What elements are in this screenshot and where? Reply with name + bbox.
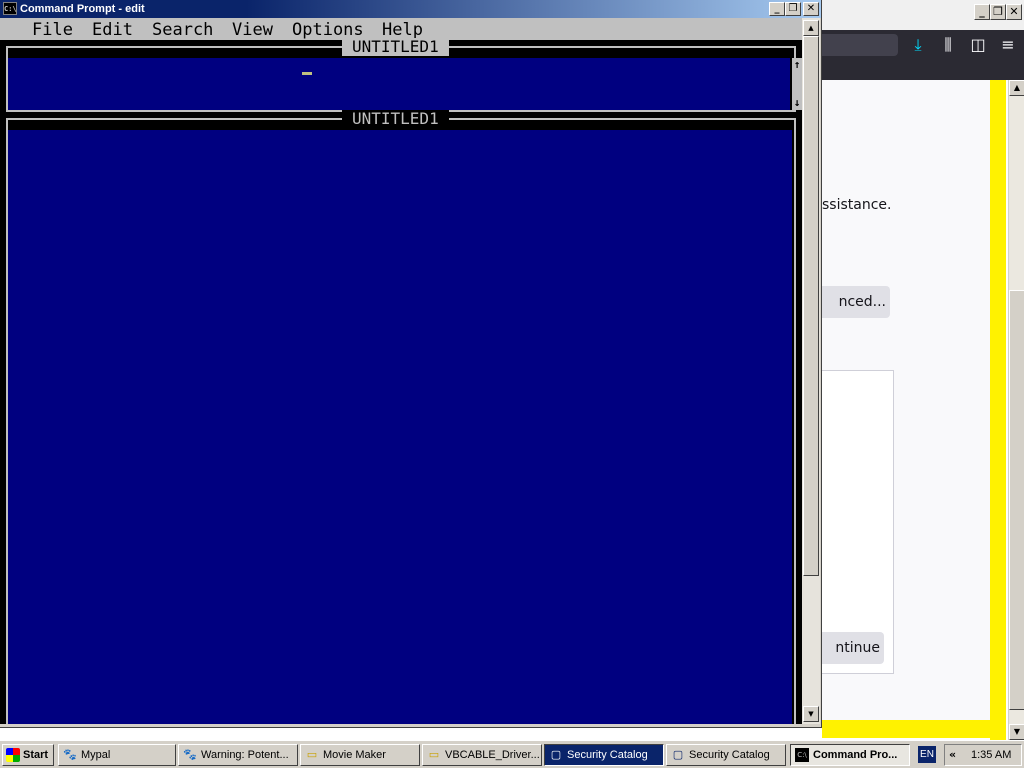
browser-titlebar: _ ❐ ✕ — [822, 0, 1024, 30]
restore-icon[interactable]: ❐ — [990, 4, 1006, 20]
taskbar: Start 🐾 Mypal 🐾 Warning: Potent... ▭ Mov… — [0, 740, 1024, 768]
system-tray: « 1:35 AM — [944, 744, 1022, 766]
details-panel — [822, 370, 894, 674]
restore-icon[interactable]: ❐ — [785, 2, 801, 16]
clock[interactable]: 1:35 AM — [971, 745, 1011, 765]
menu-icon[interactable]: ≡ — [998, 36, 1018, 54]
start-button[interactable]: Start — [2, 744, 54, 766]
scroll-down-icon[interactable]: ↓ — [792, 96, 802, 110]
scroll-down-icon[interactable]: ▼ — [1009, 724, 1024, 740]
assistance-text: ssistance. — [822, 197, 892, 213]
cmd-icon[interactable]: C:\ — [3, 2, 17, 15]
window-title: Command Prompt - edit — [20, 3, 145, 15]
folder-icon: ▭ — [306, 748, 318, 761]
taskbar-item-label: Security Catalog — [689, 749, 770, 761]
scroll-up-icon[interactable]: ↑ — [792, 58, 802, 72]
scroll-up-icon[interactable]: ▲ — [1009, 80, 1024, 96]
minimize-icon[interactable]: _ — [769, 2, 785, 16]
minimize-icon[interactable]: _ — [974, 4, 990, 20]
menu-file[interactable]: File — [32, 20, 73, 40]
browser-scroll-thumb[interactable] — [1009, 290, 1024, 710]
mypal-icon: 🐾 — [183, 748, 197, 761]
pane1-title: UNTITLED1 — [342, 38, 449, 56]
scroll-down-icon[interactable]: ▼ — [803, 706, 819, 722]
taskbar-item-label: Security Catalog — [567, 749, 648, 761]
library-icon[interactable]: ⫼ — [938, 36, 958, 54]
cmd-titlebar[interactable]: C:\ Command Prompt - edit _ ❐ ✕ — [0, 0, 821, 18]
text-cursor — [302, 72, 312, 75]
pane2-text-area[interactable] — [8, 130, 792, 724]
edit-console[interactable]: File Edit Search View Options Help UNTIT… — [0, 18, 802, 724]
language-indicator[interactable]: EN — [918, 746, 936, 763]
close-icon[interactable]: ✕ — [803, 2, 819, 16]
warning-frame-bottom — [822, 720, 1006, 738]
taskbar-item-label: Command Pro... — [813, 749, 898, 761]
command-prompt-window: C:\ Command Prompt - edit _ ❐ ✕ File Edi… — [0, 0, 822, 728]
taskbar-item-security-catalog[interactable]: ▢ Security Catalog — [544, 744, 664, 766]
warning-frame-right — [990, 80, 1006, 740]
mypal-icon: 🐾 — [63, 748, 77, 761]
url-bar[interactable] — [822, 34, 898, 56]
menu-search[interactable]: Search — [152, 20, 213, 40]
close-icon[interactable]: ✕ — [1006, 4, 1022, 20]
windows-logo-icon — [6, 748, 20, 762]
taskbar-item-label: Warning: Potent... — [201, 749, 289, 761]
cmd-scroll-thumb[interactable] — [803, 36, 819, 576]
taskbar-item-label: VBCABLE_Driver... — [445, 749, 540, 761]
taskbar-item-mypal[interactable]: 🐾 Mypal — [58, 744, 176, 766]
taskbar-item-vbcable[interactable]: ▭ VBCABLE_Driver... — [422, 744, 542, 766]
window-icon: ▢ — [672, 748, 684, 761]
advanced-button[interactable]: nced... — [822, 286, 890, 318]
taskbar-item-command-prompt[interactable]: C:\ Command Pro... — [790, 744, 910, 766]
pane1-scrollbar[interactable]: ↑ ↓ — [792, 58, 802, 110]
pane1-text-area[interactable] — [8, 58, 790, 110]
browser-scrollbar[interactable]: ▲ ▼ — [1008, 80, 1024, 740]
folder-icon: ▭ — [428, 748, 440, 761]
taskbar-item-warning[interactable]: 🐾 Warning: Potent... — [178, 744, 298, 766]
taskbar-item-label: Movie Maker — [323, 749, 386, 761]
download-icon[interactable]: ⤓ — [908, 36, 928, 54]
tray-expand-icon[interactable]: « — [949, 746, 956, 764]
taskbar-item-security-catalog-2[interactable]: ▢ Security Catalog — [666, 744, 786, 766]
taskbar-item-movie-maker[interactable]: ▭ Movie Maker — [300, 744, 420, 766]
start-label: Start — [23, 749, 49, 761]
pane2-title: UNTITLED1 — [342, 110, 449, 128]
window-icon: ▢ — [550, 748, 562, 761]
menu-view[interactable]: View — [232, 20, 273, 40]
menu-edit[interactable]: Edit — [92, 20, 133, 40]
scroll-up-icon[interactable]: ▲ — [803, 20, 819, 36]
cmd-scrollbar[interactable]: ▲ ▼ — [802, 18, 820, 724]
sidebar-icon[interactable]: ◫ — [968, 36, 988, 54]
taskbar-item-label: Mypal — [81, 749, 111, 761]
cmd-icon: C:\ — [795, 748, 809, 762]
continue-button[interactable]: ntinue — [822, 632, 884, 664]
